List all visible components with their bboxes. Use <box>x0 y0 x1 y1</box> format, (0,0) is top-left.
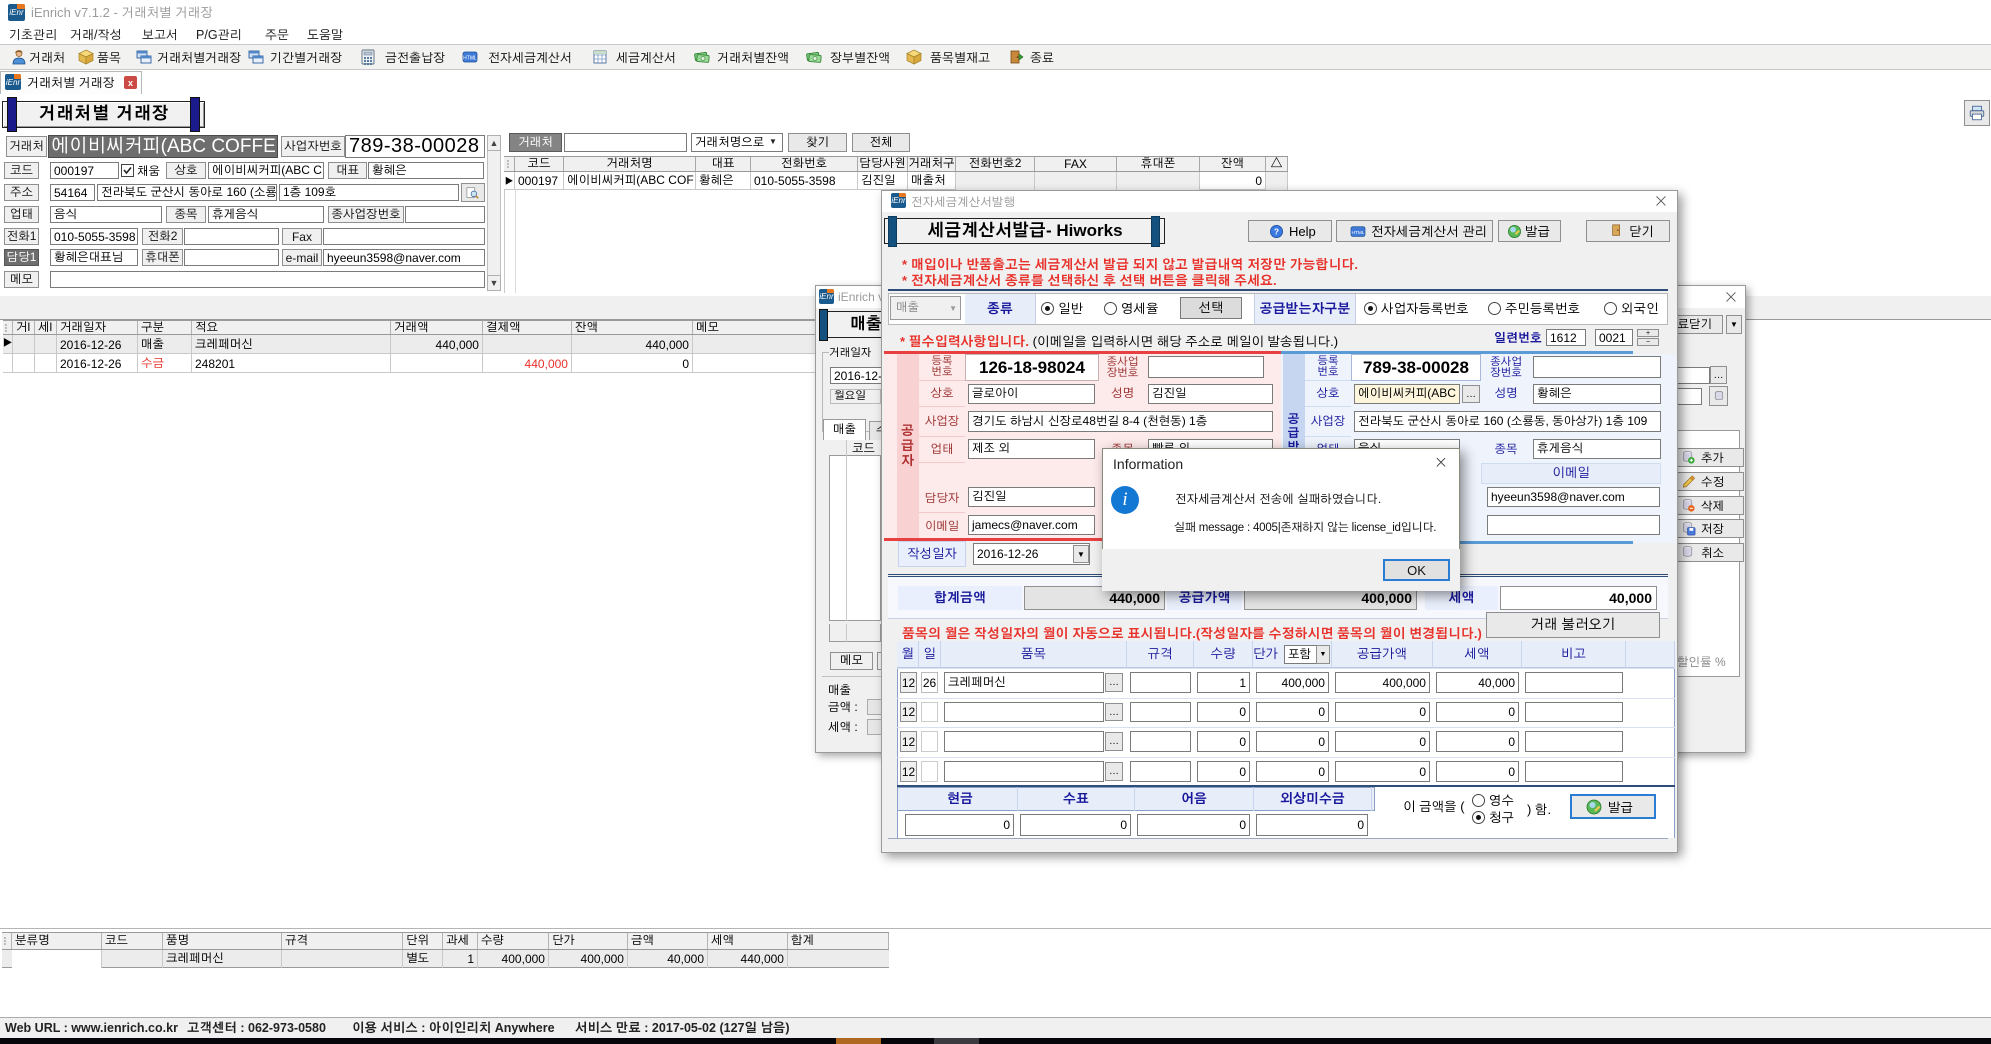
svg-text:HTML: HTML <box>463 56 477 62</box>
svg-text:HTML: HTML <box>1351 230 1364 236</box>
svg-text:?: ? <box>1274 226 1279 236</box>
